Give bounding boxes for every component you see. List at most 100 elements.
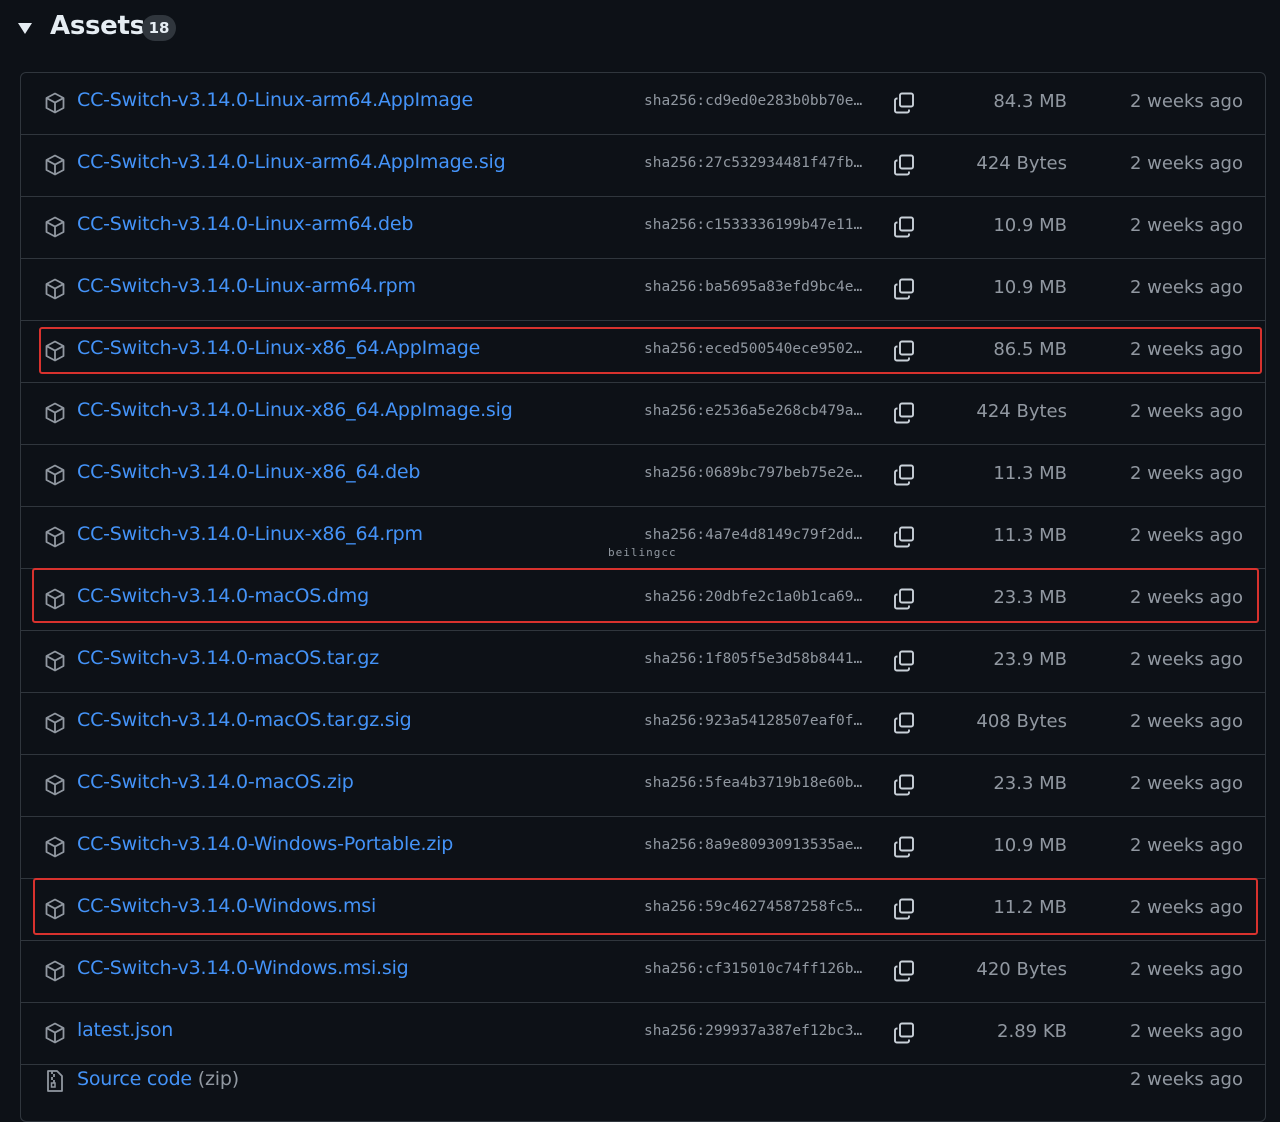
copy-icon[interactable]	[892, 91, 916, 115]
asset-download-link[interactable]: CC-Switch-v3.14.0-Linux-arm64.deb	[77, 213, 413, 235]
asset-sha256: sha256:923a54128507eaf0f…	[644, 713, 863, 729]
source-code-label: Source code	[77, 1068, 192, 1090]
asset-sha256: sha256:c1533336199b47e11…	[644, 217, 863, 233]
package-icon	[44, 1022, 66, 1044]
source-code-suffix: (zip)	[197, 1068, 239, 1090]
package-icon	[44, 216, 66, 238]
asset-row: CC-Switch-v3.14.0-Linux-x86_64.AppImage.…	[21, 383, 1265, 445]
copy-icon[interactable]	[892, 525, 916, 549]
asset-download-link[interactable]: CC-Switch-v3.14.0-Linux-x86_64.AppImage.…	[77, 399, 513, 421]
package-icon	[44, 464, 66, 486]
asset-size: 2.89 KB	[997, 1021, 1067, 1042]
asset-sha256: sha256:8a9e80930913535ae…	[644, 837, 863, 853]
copy-icon[interactable]	[892, 339, 916, 363]
asset-row: CC-Switch-v3.14.0-Windows-Portable.zip sh…	[21, 817, 1265, 879]
asset-download-link[interactable]: CC-Switch-v3.14.0-macOS.tar.gz.sig	[77, 709, 412, 731]
asset-row: CC-Switch-v3.14.0-Windows.msi.sig sha256:…	[21, 941, 1265, 1003]
source-code-zip-link[interactable]: Source code (zip)	[77, 1068, 239, 1090]
asset-sha256: sha256:59c46274587258fc5…	[644, 899, 863, 915]
asset-date: 2 weeks ago	[1129, 773, 1243, 794]
copy-icon[interactable]	[892, 773, 916, 797]
asset-row: CC-Switch-v3.14.0-Windows.msi sha256:59c4…	[21, 879, 1265, 941]
asset-size: 11.3 MB	[993, 463, 1067, 484]
asset-date: 2 weeks ago	[1129, 91, 1243, 112]
package-icon	[44, 402, 66, 424]
asset-download-link[interactable]: CC-Switch-v3.14.0-Windows.msi	[77, 895, 376, 917]
copy-icon[interactable]	[892, 649, 916, 673]
asset-download-link[interactable]: CC-Switch-v3.14.0-Linux-arm64.rpm	[77, 275, 416, 297]
asset-size: 10.9 MB	[993, 835, 1067, 856]
asset-date: 2 weeks ago	[1129, 959, 1243, 980]
copy-icon[interactable]	[892, 215, 916, 239]
asset-download-link[interactable]: CC-Switch-v3.14.0-Windows-Portable.zip	[77, 833, 453, 855]
asset-sha256: sha256:5fea4b3719b18e60b…	[644, 775, 863, 791]
asset-row: latest.json sha256:299937a387ef12bc3… 2.89…	[21, 1003, 1265, 1065]
asset-size: 408 Bytes	[976, 711, 1067, 732]
asset-download-link[interactable]: CC-Switch-v3.14.0-Linux-arm64.AppImage.s…	[77, 151, 506, 173]
asset-download-link[interactable]: CC-Switch-v3.14.0-macOS.tar.gz	[77, 647, 379, 669]
copy-icon[interactable]	[892, 153, 916, 177]
asset-download-link[interactable]: latest.json	[77, 1019, 173, 1041]
copy-icon[interactable]	[892, 277, 916, 301]
copy-icon[interactable]	[892, 711, 916, 735]
copy-icon[interactable]	[892, 897, 916, 921]
assets-list: CC-Switch-v3.14.0-Linux-arm64.AppImage sh…	[20, 72, 1266, 1122]
asset-sha256: sha256:eced500540ece9502…	[644, 341, 863, 357]
asset-row: CC-Switch-v3.14.0-macOS.dmg sha256:20dbfe…	[21, 569, 1265, 631]
assets-count-badge: 18	[142, 15, 176, 41]
asset-sha256: sha256:299937a387ef12bc3…	[644, 1023, 863, 1039]
file-zip-icon	[44, 1069, 66, 1092]
asset-date: 2 weeks ago	[1129, 1069, 1243, 1090]
copy-icon[interactable]	[892, 463, 916, 487]
asset-sha256: sha256:4a7e4d8149c79f2dd…	[644, 527, 863, 543]
asset-row: CC-Switch-v3.14.0-Linux-arm64.deb sha256:…	[21, 197, 1265, 259]
asset-date: 2 weeks ago	[1129, 1021, 1243, 1042]
copy-icon[interactable]	[892, 835, 916, 859]
asset-download-link[interactable]: CC-Switch-v3.14.0-macOS.zip	[77, 771, 354, 793]
asset-download-link[interactable]: CC-Switch-v3.14.0-Linux-x86_64.AppImage	[77, 337, 480, 359]
asset-row: CC-Switch-v3.14.0-Linux-arm64.AppImage sh…	[21, 73, 1265, 135]
copy-icon[interactable]	[892, 401, 916, 425]
asset-date: 2 weeks ago	[1129, 897, 1243, 918]
asset-date: 2 weeks ago	[1129, 711, 1243, 732]
asset-sha256: sha256:cd9ed0e283b0bb70e…	[644, 93, 863, 109]
package-icon	[44, 898, 66, 920]
asset-download-link[interactable]: CC-Switch-v3.14.0-Windows.msi.sig	[77, 957, 409, 979]
package-icon	[44, 526, 66, 548]
assets-title[interactable]: Assets	[50, 11, 145, 41]
package-icon	[44, 340, 66, 362]
copy-icon[interactable]	[892, 1021, 916, 1045]
asset-sha256: sha256:cf315010c74ff126b…	[644, 961, 863, 977]
asset-size: 11.2 MB	[993, 897, 1067, 918]
asset-date: 2 weeks ago	[1129, 835, 1243, 856]
package-icon	[44, 774, 66, 796]
asset-sha256: sha256:e2536a5e268cb479a…	[644, 403, 863, 419]
triangle-down-icon[interactable]	[18, 23, 32, 34]
asset-size: 84.3 MB	[993, 91, 1067, 112]
asset-size: 10.9 MB	[993, 277, 1067, 298]
asset-download-link[interactable]: CC-Switch-v3.14.0-Linux-x86_64.deb	[77, 461, 420, 483]
asset-date: 2 weeks ago	[1129, 153, 1243, 174]
copy-icon[interactable]	[892, 587, 916, 611]
asset-sha256: sha256:1f805f5e3d58b8441…	[644, 651, 863, 667]
package-icon	[44, 650, 66, 672]
asset-size: 424 Bytes	[976, 401, 1067, 422]
asset-sha256: sha256:20dbfe2c1a0b1ca69…	[644, 589, 863, 605]
asset-date: 2 weeks ago	[1129, 277, 1243, 298]
asset-download-link[interactable]: CC-Switch-v3.14.0-macOS.dmg	[77, 585, 369, 607]
asset-size: 424 Bytes	[976, 153, 1067, 174]
package-icon	[44, 960, 66, 982]
asset-size: 86.5 MB	[993, 339, 1067, 360]
asset-size: 11.3 MB	[993, 525, 1067, 546]
asset-date: 2 weeks ago	[1129, 401, 1243, 422]
asset-row: CC-Switch-v3.14.0-macOS.zip sha256:5fea4b…	[21, 755, 1265, 817]
asset-download-link[interactable]: CC-Switch-v3.14.0-Linux-arm64.AppImage	[77, 89, 473, 111]
assets-header: Assets 18	[0, 0, 1280, 58]
asset-download-link[interactable]: CC-Switch-v3.14.0-Linux-x86_64.rpm	[77, 523, 423, 545]
asset-sha256: sha256:ba5695a83efd9bc4e…	[644, 279, 863, 295]
asset-date: 2 weeks ago	[1129, 215, 1243, 236]
copy-icon[interactable]	[892, 959, 916, 983]
watermark-text: beilingcc	[608, 546, 677, 559]
asset-size: 23.3 MB	[993, 587, 1067, 608]
asset-date: 2 weeks ago	[1129, 339, 1243, 360]
